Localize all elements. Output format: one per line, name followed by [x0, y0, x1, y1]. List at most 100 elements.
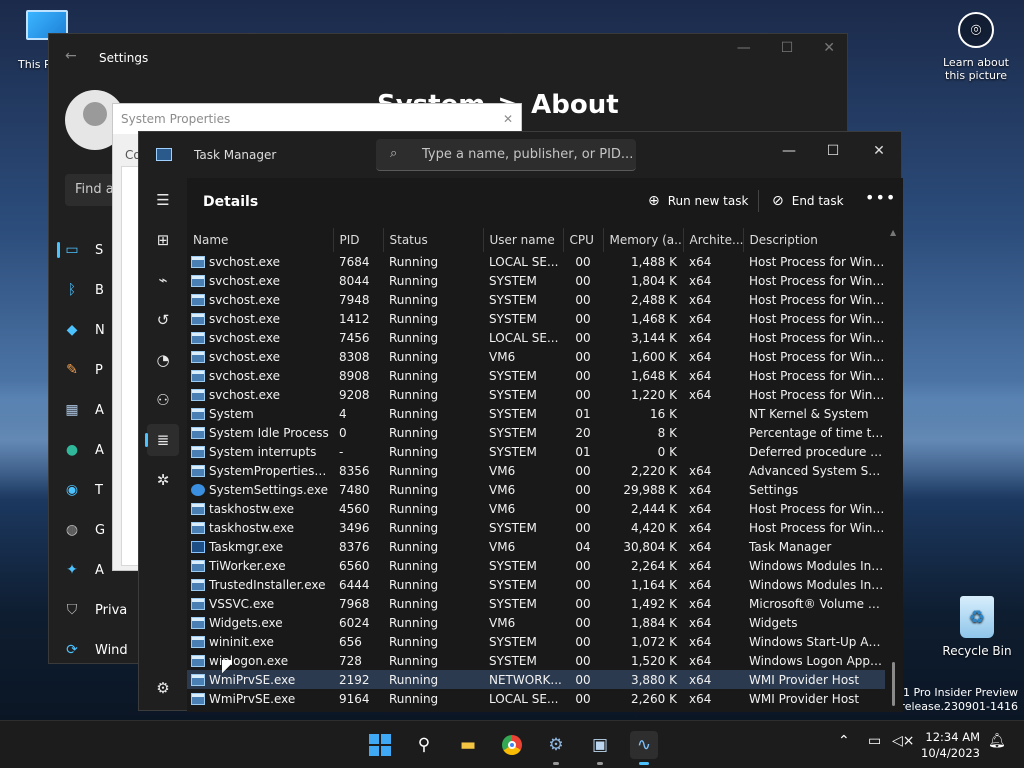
scrollbar-thumb[interactable]: [892, 662, 895, 706]
show-hidden-icons-icon[interactable]: ⌃: [838, 733, 850, 749]
process-status: Running: [389, 425, 439, 440]
table-row[interactable]: svchost.exe 8308 Running VM6 00 1,600 K x64 Hos…: [187, 347, 885, 366]
task-manager-taskbar-icon[interactable]: ∿: [630, 731, 658, 765]
table-row[interactable]: SystemSettings.exe 7480 Running VM6 00 29,988…: [187, 480, 885, 499]
table-row[interactable]: TiWorker.exe 6560 Running SYSTEM 00 2,264 K x6…: [187, 556, 885, 575]
table-row[interactable]: System Idle Process 0 Running SYSTEM 20 8 K Pe…: [187, 423, 885, 442]
process-description: NT Kernel & System: [749, 406, 869, 421]
maximize-button[interactable]: ☐: [813, 138, 853, 164]
process-status: Running: [389, 292, 439, 307]
process-user: VM6: [489, 501, 516, 516]
table-row[interactable]: svchost.exe 7684 Running LOCAL SE... 00 1,488…: [187, 252, 885, 271]
close-button[interactable]: ✕: [859, 138, 899, 164]
table-row[interactable]: wininit.exe 656 Running SYSTEM 00 1,072 K x64 W…: [187, 632, 885, 651]
startup-apps-icon[interactable]: ◔: [147, 344, 179, 376]
details-icon[interactable]: ≣: [145, 424, 179, 456]
table-row[interactable]: svchost.exe 7948 Running SYSTEM 00 2,488 K x64…: [187, 290, 885, 309]
settings-taskbar-icon[interactable]: ⚙: [542, 731, 570, 765]
column-header-architecture[interactable]: Archite...: [683, 228, 744, 252]
back-arrow-icon[interactable]: ←: [65, 48, 77, 64]
process-architecture: x64: [689, 520, 712, 535]
column-header-name[interactable]: ^ Name: [187, 228, 334, 252]
process-architecture: x64: [689, 349, 712, 364]
processes-icon[interactable]: ⊞: [147, 224, 179, 256]
chrome-icon[interactable]: [498, 731, 526, 759]
services-icon[interactable]: ✲: [147, 464, 179, 496]
minimize-icon[interactable]: —: [737, 40, 751, 56]
users-icon[interactable]: ⚇: [147, 384, 179, 416]
clock-date: 10/4/2023: [921, 746, 980, 760]
notification-bell-icon[interactable]: 🔔︎: [988, 733, 1006, 749]
close-icon[interactable]: ✕: [503, 112, 513, 126]
sidebar-item-privacy[interactable]: ⛉ Priva: [63, 590, 143, 630]
task-manager-window[interactable]: Task Manager ⌕ Type a name, publisher, o…: [138, 131, 903, 712]
table-row[interactable]: svchost.exe 8908 Running SYSTEM 00 1,648 K x64…: [187, 366, 885, 385]
clock[interactable]: 12:34 AM 10/4/2023: [918, 729, 980, 761]
network-icon[interactable]: ▭: [868, 733, 881, 749]
column-header-cpu[interactable]: CPU: [563, 228, 604, 252]
settings-gear-icon[interactable]: ⚙: [147, 672, 179, 704]
table-row[interactable]: Taskmgr.exe 8376 Running VM6 04 30,804 K x64 Ta…: [187, 537, 885, 556]
process-window-icon: [191, 464, 205, 477]
table-row[interactable]: svchost.exe 9208 Running SYSTEM 00 1,220 K x64…: [187, 385, 885, 404]
process-name: taskhostw.exe: [187, 499, 333, 518]
process-pid: -: [339, 444, 344, 459]
learn-about-picture-icon[interactable]: ⌾ Learn about this picture: [938, 12, 1014, 82]
start-button[interactable]: [366, 731, 394, 759]
table-row[interactable]: WmiPrvSE.exe 9164 Running LOCAL SE... 00 2,26…: [187, 689, 885, 708]
table-row[interactable]: System 4 Running SYSTEM 01 16 K NT Kernel & Sy…: [187, 404, 885, 423]
table-row[interactable]: SystemPropertiesAd... 8356 Running VM6 00 2,2…: [187, 461, 885, 480]
process-name: System: [187, 404, 333, 423]
performance-icon[interactable]: ⌁: [147, 264, 179, 296]
breadcrumb-current: About: [531, 90, 619, 120]
wifi-icon: ◆: [66, 322, 78, 338]
search-taskbar-icon[interactable]: ⚲: [410, 731, 438, 759]
table-row[interactable]: Widgets.exe 6024 Running VM6 00 1,884 K x64 Wid…: [187, 613, 885, 632]
end-task-button[interactable]: ⊘ End task: [772, 190, 844, 212]
process-status: Running: [389, 634, 439, 649]
process-name-label: taskhostw.exe: [209, 520, 294, 535]
recycle-bin-desktop-icon[interactable]: ♻ Recycle Bin: [940, 596, 1014, 658]
table-row[interactable]: svchost.exe 7456 Running LOCAL SE... 00 3,144…: [187, 328, 885, 347]
process-memory: 1,804 K: [630, 273, 677, 288]
process-name-label: svchost.exe: [209, 349, 280, 364]
run-new-task-button[interactable]: ⊕ Run new task: [648, 190, 748, 212]
close-icon[interactable]: ✕: [823, 40, 835, 56]
app-history-icon[interactable]: ↺: [147, 304, 179, 336]
more-options-icon[interactable]: •••: [865, 188, 896, 207]
process-cpu: 20: [575, 425, 591, 440]
volume-muted-icon[interactable]: ◁×: [892, 733, 915, 749]
table-row[interactable]: svchost.exe 8044 Running SYSTEM 00 1,804 K x64…: [187, 271, 885, 290]
table-row[interactable]: taskhostw.exe 4560 Running VM6 00 2,444 K x64 H…: [187, 499, 885, 518]
search-input[interactable]: ⌕ Type a name, publisher, or PID...: [376, 139, 636, 171]
process-cpu: 00: [575, 463, 591, 478]
maximize-icon[interactable]: ☐: [781, 40, 794, 56]
file-explorer-icon[interactable]: ▬: [454, 731, 482, 759]
process-description: Host Process for Wind...: [749, 501, 885, 516]
table-row[interactable]: WmiPrvSE.exe 2192 Running NETWORK... 00 3,880…: [187, 670, 885, 689]
process-memory: 2,220 K: [630, 463, 677, 478]
minimize-button[interactable]: —: [769, 138, 809, 164]
table-row[interactable]: winlogon.exe 728 Running SYSTEM 00 1,520 K x64…: [187, 651, 885, 670]
table-row[interactable]: TrustedInstaller.exe 6444 Running SYSTEM 00 1…: [187, 575, 885, 594]
hamburger-menu-icon[interactable]: ☰: [147, 184, 179, 216]
table-row[interactable]: svchost.exe 1412 Running SYSTEM 00 1,468 K x64…: [187, 309, 885, 328]
column-header-memory[interactable]: Memory (a...: [603, 228, 684, 252]
column-header-description[interactable]: Description: [743, 228, 885, 252]
process-memory: 0 K: [657, 444, 677, 459]
system-properties-taskbar-icon[interactable]: ▣: [586, 731, 614, 765]
table-row[interactable]: System interrupts - Running SYSTEM 01 0 K Defe…: [187, 442, 885, 461]
clock-time: 12:34 AM: [925, 730, 980, 744]
column-header-user-name[interactable]: User name: [483, 228, 564, 252]
column-header-pid[interactable]: PID: [333, 228, 384, 252]
vertical-scrollbar[interactable]: ▲: [890, 228, 897, 706]
table-row[interactable]: taskhostw.exe 3496 Running SYSTEM 00 4,420 K x…: [187, 518, 885, 537]
process-memory: 1,220 K: [630, 387, 677, 402]
scroll-up-icon[interactable]: ▲: [890, 228, 896, 237]
sidebar-item-windows-update[interactable]: ⟳ Wind: [63, 630, 143, 670]
process-pid: 8356: [339, 463, 370, 478]
column-header-status[interactable]: Status: [383, 228, 484, 252]
page-title: Details: [203, 194, 259, 210]
process-description: Host Process for Wind...: [749, 387, 885, 402]
table-row[interactable]: VSSVC.exe 7968 Running SYSTEM 00 1,492 K x64 Mi…: [187, 594, 885, 613]
